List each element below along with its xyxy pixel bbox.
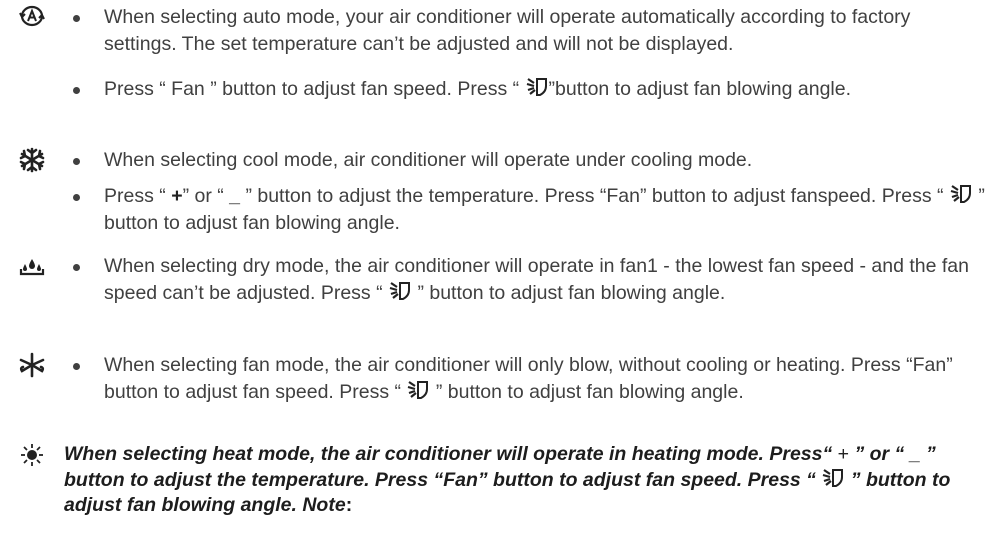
fan-icon bbox=[18, 352, 48, 379]
bullet bbox=[72, 147, 84, 174]
swing-icon bbox=[388, 280, 412, 302]
cool-mode-instructions: Press “ +” or “ _ ” button to adjust the… bbox=[104, 183, 985, 234]
minus-symbol: _ bbox=[229, 185, 241, 207]
snowflake-icon bbox=[18, 147, 48, 174]
swing-icon bbox=[406, 379, 430, 401]
note-colon: : bbox=[345, 494, 353, 516]
sun-icon bbox=[18, 442, 48, 469]
swing-icon bbox=[821, 467, 845, 489]
minus-symbol: _ bbox=[909, 443, 921, 465]
bullet bbox=[72, 4, 84, 31]
manual-page: When selecting auto mode, your air condi… bbox=[0, 0, 993, 540]
dry-mode-description: When selecting dry mode, the air conditi… bbox=[104, 255, 969, 304]
heat-mode-description: When selecting heat mode, the air condit… bbox=[64, 443, 951, 516]
bullet bbox=[72, 183, 84, 210]
plus-symbol: + bbox=[837, 443, 850, 465]
auto-mode-icon bbox=[18, 4, 48, 31]
water-drops-icon bbox=[18, 253, 48, 280]
swing-icon bbox=[525, 76, 549, 98]
auto-mode-description: When selecting auto mode, your air condi… bbox=[104, 6, 911, 55]
swing-icon bbox=[949, 183, 973, 205]
bullet bbox=[72, 352, 84, 379]
plus-symbol: + bbox=[171, 185, 183, 207]
bullet bbox=[72, 253, 84, 280]
bullet bbox=[72, 76, 84, 103]
fan-mode-description: When selecting fan mode, the air conditi… bbox=[104, 354, 953, 403]
auto-mode-fan-instructions: Press “ Fan ” button to adjust fan speed… bbox=[104, 76, 852, 100]
cool-mode-description: When selecting cool mode, air conditione… bbox=[104, 149, 753, 171]
